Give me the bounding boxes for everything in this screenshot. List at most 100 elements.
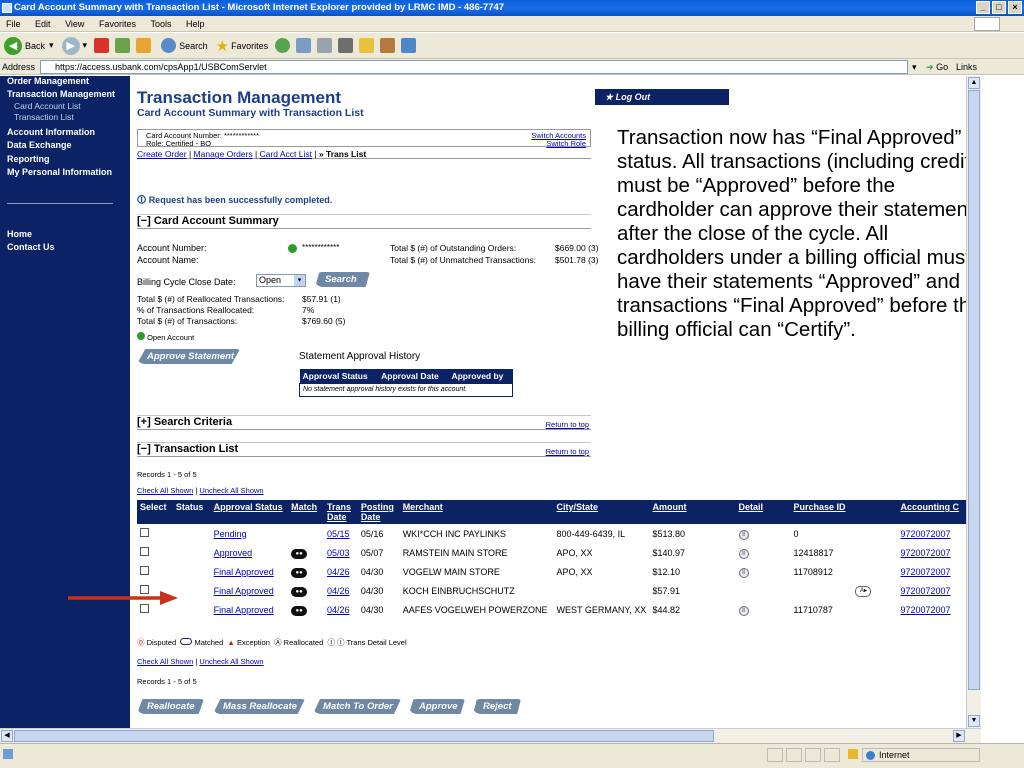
links-button[interactable]: Links	[956, 59, 977, 75]
stop-icon[interactable]	[94, 38, 110, 53]
matched-icon[interactable]: ●●	[291, 548, 308, 559]
crumb-create-order[interactable]: Create Order	[137, 149, 187, 159]
horizontal-scrollbar[interactable]: ◀ ▶	[0, 728, 981, 743]
search-criteria-header[interactable]: [+] Search Criteria Return to top	[137, 415, 591, 430]
approval-status-cell[interactable]: Final Approved	[211, 562, 289, 581]
check-all-link[interactable]: Check All Shown	[137, 486, 193, 495]
menu-view[interactable]: View	[65, 19, 84, 29]
nav-data-exchange[interactable]: Data Exchange	[7, 140, 72, 150]
col-city-state[interactable]: City/State	[553, 500, 650, 524]
col-approval-status[interactable]: Approval Status	[210, 500, 289, 524]
approve-button[interactable]: Approve	[409, 699, 465, 714]
accounting-cell[interactable]: 9720072007	[897, 562, 966, 581]
search-button-page[interactable]: Search	[315, 272, 370, 287]
crumb-card-acct-list[interactable]: Card Acct List	[260, 149, 312, 159]
uncheck-all-link[interactable]: Uncheck All Shown	[199, 657, 263, 666]
print-icon[interactable]	[317, 38, 333, 53]
accounting-cell[interactable]: 9720072007	[897, 543, 966, 562]
trans-date-cell[interactable]: 05/03	[324, 543, 358, 562]
accounting-cell[interactable]: 9720072007	[897, 581, 966, 600]
scroll-right-icon[interactable]: ▶	[953, 730, 965, 742]
transaction-list-header[interactable]: [−] Transaction List Return to top	[137, 442, 591, 457]
approval-status-cell[interactable]: Approved	[211, 543, 289, 562]
go-button[interactable]: ➔ Go	[926, 59, 948, 75]
row-checkbox[interactable]	[140, 566, 149, 575]
forward-dropdown-icon[interactable]: ▾	[83, 40, 88, 51]
forward-button[interactable]: ▶ ▾	[61, 36, 88, 55]
nav-home[interactable]: Home	[7, 229, 32, 239]
menu-edit[interactable]: Edit	[35, 19, 51, 29]
row-checkbox[interactable]	[140, 547, 149, 556]
approval-status-cell[interactable]: Final Approved	[211, 581, 289, 600]
favorites-button[interactable]: ★ Favorites	[216, 37, 268, 55]
match-to-order-button[interactable]: Match To Order	[313, 699, 401, 714]
close-button[interactable]: ×	[1008, 1, 1022, 14]
col-posting-date[interactable]: Posting Date	[357, 500, 400, 524]
col-trans-date[interactable]: Trans Date	[323, 500, 358, 524]
messenger-icon[interactable]	[401, 38, 417, 53]
trans-detail-icon[interactable]: ll	[738, 605, 749, 616]
scroll-up-icon[interactable]: ▲	[968, 77, 980, 89]
col-status[interactable]: Status	[172, 500, 211, 524]
nav-card-account-list[interactable]: Card Account List	[14, 101, 81, 111]
reject-button[interactable]: Reject	[473, 699, 521, 714]
return-to-top-link[interactable]: Return to top	[546, 418, 589, 431]
minimize-button[interactable]: _	[976, 1, 990, 14]
trans-detail-icon[interactable]: ll	[738, 529, 749, 540]
reallocated-icon[interactable]: A▸	[855, 586, 872, 597]
row-checkbox[interactable]	[140, 604, 149, 613]
home-icon[interactable]	[136, 38, 152, 53]
maximize-button[interactable]: □	[992, 1, 1006, 14]
nav-account-information[interactable]: Account Information	[7, 127, 95, 137]
search-button[interactable]: Search	[158, 38, 208, 53]
collapse-icon[interactable]: [−]	[137, 215, 154, 227]
approve-statement-button[interactable]: Approve Statement	[137, 349, 240, 364]
expand-icon[interactable]: [+]	[137, 416, 154, 428]
card-account-summary-header[interactable]: [−] Card Account Summary	[137, 214, 591, 229]
trans-detail-icon[interactable]: ll	[738, 567, 749, 578]
col-purchase-id[interactable]: Purchase ID	[790, 500, 898, 524]
nav-contact-us[interactable]: Contact Us	[7, 242, 55, 252]
trans-date-cell[interactable]: 04/26	[324, 562, 358, 581]
edit-icon[interactable]	[338, 38, 354, 53]
trans-date-cell[interactable]: 04/26	[324, 600, 358, 619]
reallocate-button[interactable]: Reallocate	[137, 699, 204, 714]
col-amount[interactable]: Amount	[649, 500, 736, 524]
nav-order-management[interactable]: Order Management	[7, 76, 89, 86]
history-icon[interactable]	[275, 38, 291, 53]
menu-help[interactable]: Help	[186, 19, 205, 29]
matched-icon[interactable]: ●●	[291, 605, 308, 616]
research-icon[interactable]	[380, 38, 396, 53]
switch-role-link[interactable]: Switch Role	[546, 139, 586, 148]
accounting-cell[interactable]: 9720072007	[897, 600, 966, 619]
scroll-left-icon[interactable]: ◀	[1, 730, 13, 742]
accounting-cell[interactable]: 9720072007	[897, 524, 966, 543]
return-to-top-link[interactable]: Return to top	[546, 445, 589, 458]
scroll-down-icon[interactable]: ▼	[968, 715, 980, 727]
row-checkbox[interactable]	[140, 528, 149, 537]
horizontal-scroll-thumb[interactable]	[14, 730, 714, 742]
check-all-link[interactable]: Check All Shown	[137, 657, 193, 666]
nav-reporting[interactable]: Reporting	[7, 154, 50, 164]
refresh-icon[interactable]	[115, 38, 131, 53]
back-dropdown-icon[interactable]: ▾	[49, 40, 54, 51]
address-dropdown-icon[interactable]: ▾	[912, 59, 917, 75]
crumb-manage-orders[interactable]: Manage Orders	[194, 149, 253, 159]
nav-transaction-management[interactable]: Transaction Management	[7, 89, 115, 99]
logout-link[interactable]: ★ Log Out	[595, 89, 729, 105]
trans-date-cell[interactable]: 04/26	[324, 581, 358, 600]
folder-icon[interactable]	[359, 38, 375, 53]
matched-icon[interactable]: ●●	[291, 586, 308, 597]
billing-cycle-select[interactable]: Open ▾	[256, 274, 306, 287]
col-accounting[interactable]: Accounting C	[897, 500, 966, 524]
collapse-icon[interactable]: [−]	[137, 443, 154, 455]
col-detail[interactable]: Detail	[735, 500, 791, 524]
col-match[interactable]: Match	[288, 500, 324, 524]
matched-icon[interactable]: ●●	[291, 567, 308, 578]
approval-status-cell[interactable]: Pending	[211, 524, 289, 543]
vertical-scroll-thumb[interactable]	[968, 90, 980, 690]
mass-reallocate-button[interactable]: Mass Reallocate	[213, 699, 305, 714]
menu-tools[interactable]: Tools	[150, 19, 171, 29]
menu-file[interactable]: File	[6, 19, 21, 29]
trans-date-cell[interactable]: 05/15	[324, 524, 358, 543]
